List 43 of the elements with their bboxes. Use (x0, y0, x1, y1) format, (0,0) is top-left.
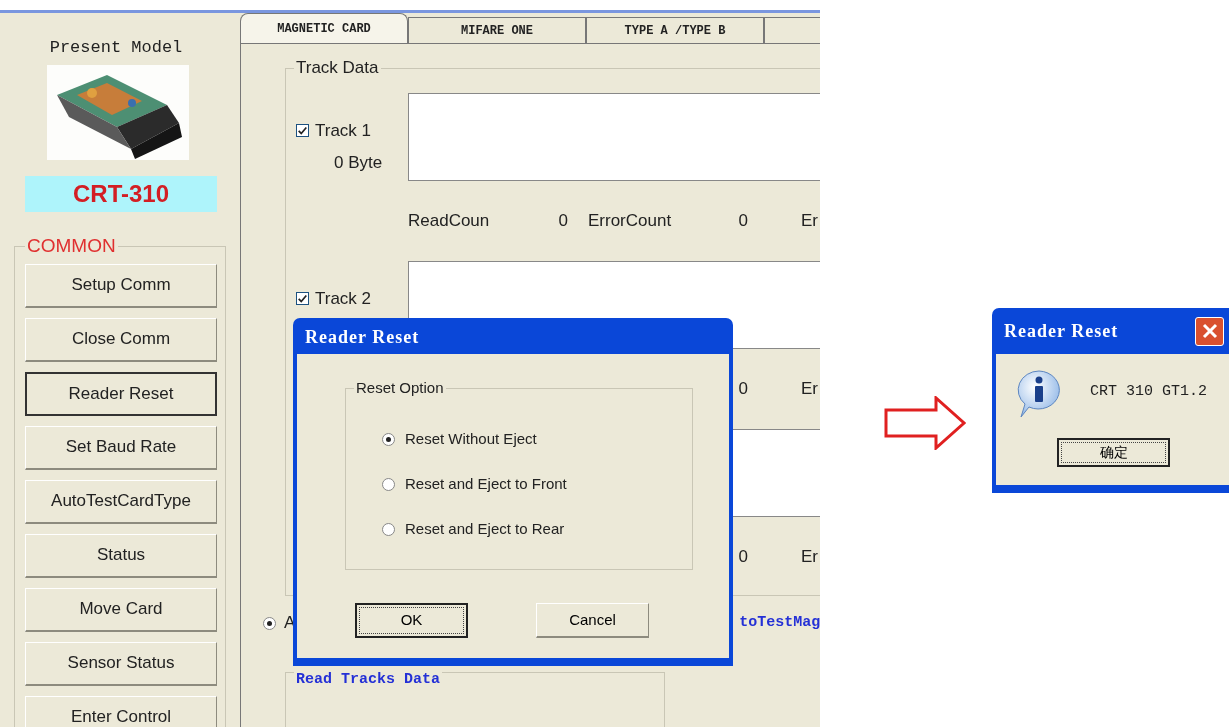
byte-count: 0 Byte (334, 151, 383, 174)
radio-option[interactable]: Reset and Eject to Front (382, 462, 692, 507)
sidebar-button[interactable]: Sensor Status (25, 641, 217, 686)
sidebar-button[interactable]: Enter Control (25, 695, 217, 727)
sidebar-button[interactable]: AutoTestCardType (25, 479, 217, 524)
cancel-button[interactable]: Cancel (536, 603, 649, 638)
sidebar-button[interactable]: Move Card (25, 587, 217, 632)
close-icon (1201, 323, 1218, 339)
model-name: CRT-310 (25, 175, 217, 212)
track-checkbox[interactable]: Track 2 (296, 286, 408, 312)
count-value: 0 (558, 210, 568, 233)
count-label: ErrorCount (588, 210, 673, 233)
tab[interactable]: MAGNETIC CARD (240, 13, 408, 43)
count-value: 0 (738, 378, 748, 401)
count-label: Er (801, 378, 819, 401)
sidebar-button[interactable]: Set Baud Rate (25, 425, 217, 470)
ok-button[interactable]: OK (355, 603, 468, 638)
mode-label: toTestMag (739, 612, 820, 633)
ok-button[interactable]: 确定 (1057, 438, 1170, 467)
sidebar-button[interactable]: Status (25, 533, 217, 578)
message-text: CRT 310 GT1.2 (1090, 382, 1208, 402)
info-icon (1015, 368, 1063, 420)
tab[interactable]: TYPE A /TYPE B (586, 17, 764, 43)
count-value: 0 (738, 210, 748, 233)
tab[interactable]: MIFARE ONE (408, 17, 586, 43)
count-label: ReadCoun (408, 210, 491, 233)
check-icon (297, 125, 308, 137)
model-heading: Present Model (48, 37, 184, 59)
count-value: 0 (738, 546, 748, 569)
close-button[interactable] (1195, 316, 1224, 346)
message-box-title: Reader Reset (1003, 319, 1119, 343)
count-label: Er (801, 546, 819, 569)
count-label: Er (801, 210, 819, 233)
sidebar-button[interactable]: Setup Comm (25, 263, 217, 308)
radio-option[interactable]: Reset and Eject to Rear (382, 507, 692, 552)
sidebar-button[interactable]: Reader Reset (25, 371, 217, 416)
check-icon (297, 293, 308, 305)
track-text-area[interactable] (408, 93, 820, 181)
dialog-title: Reader Reset (304, 326, 421, 349)
sidebar-button[interactable]: Close Comm (25, 317, 217, 362)
arrow-icon (884, 396, 966, 450)
radio-option[interactable]: Reset Without Eject (382, 417, 692, 462)
track-checkbox[interactable]: Track 1 (296, 118, 408, 144)
